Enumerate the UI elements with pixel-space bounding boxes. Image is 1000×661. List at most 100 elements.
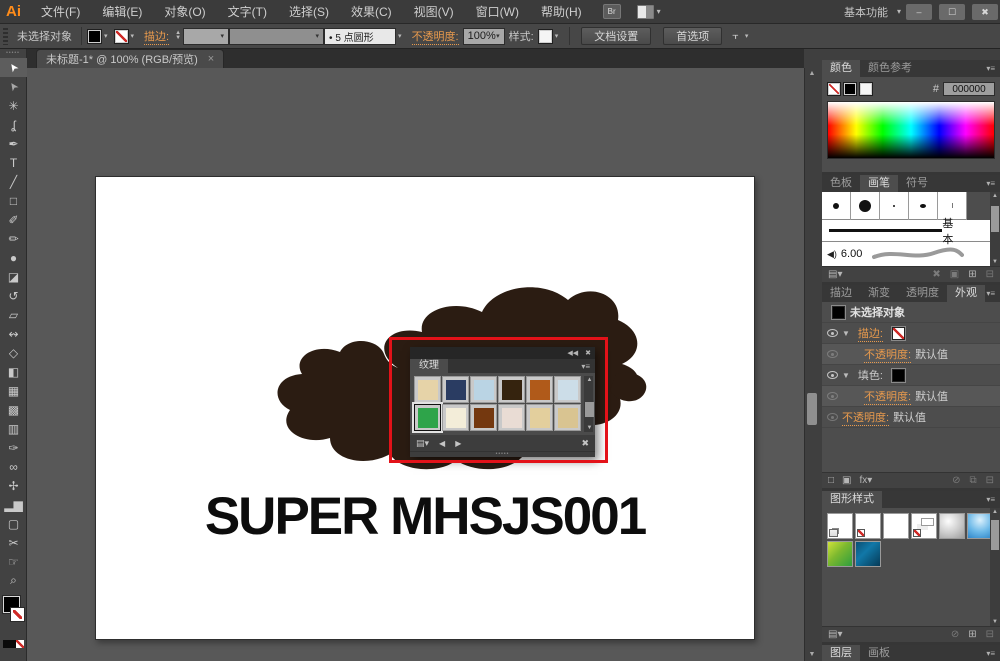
brush-options-icon[interactable]: ▣: [950, 269, 959, 280]
color-spectrum-picker[interactable]: [827, 101, 995, 159]
delete-brush-icon[interactable]: ⊟: [986, 269, 994, 280]
delete-item-icon[interactable]: ⊟: [986, 475, 994, 486]
visibility-eye-icon[interactable]: [827, 350, 838, 358]
scrollbar-thumb[interactable]: [807, 393, 817, 425]
tab-stroke[interactable]: 描边: [822, 285, 860, 302]
opacity-link[interactable]: 不透明度:: [864, 388, 912, 405]
visibility-eye-icon[interactable]: [827, 392, 838, 400]
tab-gradient[interactable]: 渐变: [860, 285, 898, 302]
opacity-field[interactable]: 100% ▾: [462, 27, 505, 45]
panel-menu-icon[interactable]: ▾≡: [986, 64, 1000, 73]
visibility-eye-icon[interactable]: [827, 329, 838, 337]
hand-tool[interactable]: ☞: [0, 552, 27, 571]
graphic-style-default[interactable]: [827, 513, 853, 539]
eraser-tool[interactable]: ◪: [0, 267, 27, 286]
panel-menu-icon[interactable]: ▾≡: [986, 495, 1000, 504]
canvas-vertical-scrollbar[interactable]: ▲ ▼: [804, 68, 818, 661]
chevron-down-icon[interactable]: ▾: [398, 32, 402, 40]
menu-effect[interactable]: 效果(C): [340, 0, 403, 24]
type-tool[interactable]: T: [0, 153, 27, 172]
slice-tool[interactable]: ✂: [0, 533, 27, 552]
brush-swatch-art[interactable]: ◀) 6.00: [822, 242, 1000, 266]
menu-object[interactable]: 对象(O): [153, 0, 216, 24]
tab-graphic-styles[interactable]: 图形样式: [822, 491, 882, 508]
scroll-down-icon[interactable]: ▼: [990, 259, 1000, 265]
chevron-down-icon[interactable]: ▾: [745, 32, 749, 40]
tab-layers[interactable]: 图层: [822, 645, 860, 661]
tab-swatches[interactable]: 色板: [822, 175, 860, 192]
arrange-documents-icon[interactable]: [636, 4, 654, 19]
stroke-weight-field[interactable]: ▾: [183, 27, 230, 45]
perspective-grid-tool[interactable]: ▦: [0, 381, 27, 400]
scroll-up-icon[interactable]: ▲: [805, 68, 819, 80]
brushes-scrollbar[interactable]: ▲ ▼: [990, 192, 1000, 266]
graphic-style-none-corner[interactable]: [855, 513, 881, 539]
fill-stroke-indicator[interactable]: [0, 594, 27, 634]
style-swatch[interactable]: [537, 28, 553, 44]
menu-file[interactable]: 文件(F): [30, 0, 91, 24]
workspace-switcher[interactable]: 基本功能: [844, 4, 888, 20]
new-style-icon[interactable]: ⊞: [968, 629, 976, 640]
stroke-attribute-link[interactable]: 描边:: [857, 325, 883, 342]
stroke-none-swatch[interactable]: [891, 326, 905, 340]
tab-color[interactable]: 颜色: [822, 60, 860, 77]
visibility-eye-icon[interactable]: [827, 371, 838, 379]
brush-libraries-icon[interactable]: ▤▾: [828, 269, 842, 280]
close-button[interactable]: ✖: [972, 3, 998, 20]
appearance-object-opacity-row[interactable]: 不透明度: 默认值: [822, 407, 1000, 428]
tab-color-guide[interactable]: 颜色参考: [860, 60, 920, 77]
panel-menu-icon[interactable]: ▾≡: [986, 649, 1000, 658]
bridge-icon[interactable]: Br: [602, 4, 621, 19]
panel-grip[interactable]: [3, 27, 8, 45]
scrollbar-thumb[interactable]: [991, 520, 999, 550]
graphic-style-double-none[interactable]: [911, 513, 937, 539]
add-effect-icon[interactable]: fx▾: [860, 475, 873, 486]
hex-value-field[interactable]: 000000: [943, 82, 995, 96]
scroll-down-icon[interactable]: ▼: [805, 649, 819, 661]
canvas-area[interactable]: SUPER MHSJS001 ◀◀ ✖ 纹理 ▾≡ ▲ ▼ ▤▾ ◀ ▶ ✖ •…: [27, 68, 818, 661]
pen-tool[interactable]: ✒: [0, 134, 27, 153]
free-transform-tool[interactable]: ◇: [0, 343, 27, 362]
restore-button[interactable]: ☐: [939, 3, 965, 20]
graphic-style-blue-swirl[interactable]: [855, 541, 881, 567]
brush-definition-dropdown[interactable]: • 5 点圆形: [324, 27, 397, 45]
document-tab[interactable]: 未标题-1* @ 100% (RGB/预览) ×: [36, 49, 225, 68]
brush-swatch-5pt[interactable]: [822, 191, 851, 220]
chevron-down-icon[interactable]: ▾: [131, 32, 135, 40]
selection-tool[interactable]: ➤: [0, 58, 27, 77]
minimize-button[interactable]: –: [906, 3, 932, 20]
tab-transparency[interactable]: 透明度: [898, 285, 947, 302]
variable-width-profile-dropdown[interactable]: ▾: [229, 27, 325, 45]
menu-window[interactable]: 窗口(W): [465, 0, 530, 24]
artwork-headline-text[interactable]: SUPER MHSJS001: [95, 486, 755, 547]
chevron-down-icon[interactable]: ▾: [555, 32, 559, 40]
visibility-eye-icon[interactable]: [827, 413, 838, 421]
chevron-down-icon[interactable]: ▾: [104, 32, 108, 40]
new-stroke-icon[interactable]: □: [828, 475, 834, 486]
scrollbar-thumb[interactable]: [991, 206, 999, 232]
fill-attribute-label[interactable]: 填色:: [858, 367, 883, 383]
break-link-style-icon[interactable]: ⊘: [951, 629, 959, 640]
new-brush-icon[interactable]: ⊞: [968, 269, 976, 280]
artboard-tool[interactable]: ▢: [0, 514, 27, 533]
paintbrush-tool[interactable]: ✐: [0, 210, 27, 229]
mesh-tool[interactable]: ▩: [0, 400, 27, 419]
menu-type[interactable]: 文字(T): [217, 0, 278, 24]
lasso-tool[interactable]: ʆ: [0, 115, 27, 134]
new-fill-icon[interactable]: ▣: [842, 475, 851, 486]
none-color-swatch[interactable]: [827, 82, 841, 96]
opacity-link[interactable]: 不透明度:: [842, 409, 890, 426]
graphic-style-green-swirl[interactable]: [827, 541, 853, 567]
appearance-fill-opacity-row[interactable]: 不透明度: 默认值: [822, 386, 1000, 407]
clear-appearance-icon[interactable]: ⊘: [952, 475, 960, 486]
scroll-up-icon[interactable]: ▲: [990, 509, 1000, 515]
brush-swatch-oval[interactable]: [909, 191, 938, 220]
expand-triangle-icon[interactable]: ▼: [842, 329, 850, 338]
pencil-tool[interactable]: ✏: [0, 229, 27, 248]
expand-triangle-icon[interactable]: ▼: [842, 371, 850, 380]
graphic-style-silver-sphere[interactable]: [939, 513, 965, 539]
brush-swatch-1pt[interactable]: [880, 191, 909, 220]
panel-menu-icon[interactable]: ▾≡: [986, 179, 1000, 188]
direct-selection-tool[interactable]: ➤: [0, 77, 27, 96]
black-color-swatch[interactable]: [843, 82, 857, 96]
